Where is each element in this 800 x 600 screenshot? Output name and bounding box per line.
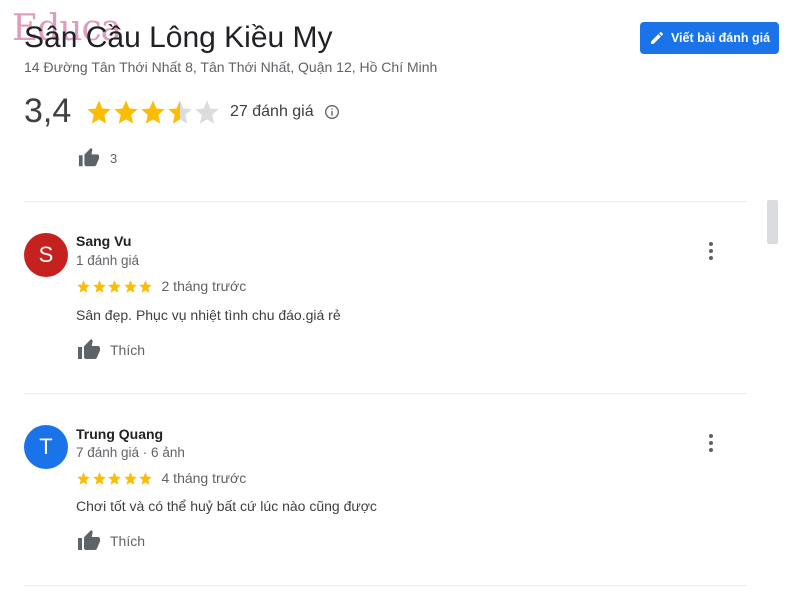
star-icon — [77, 279, 90, 293]
star-icon — [108, 471, 121, 485]
divider — [24, 585, 746, 586]
review-rating: 2 tháng trước — [76, 278, 246, 294]
top-like-button[interactable]: 3 — [76, 147, 117, 169]
review-text: Chơi tốt và có thể huỷ bất cứ lúc nào cũ… — [76, 498, 377, 514]
rating-summary: 3,4 27 đánh giá — [24, 92, 340, 131]
avatar[interactable]: S — [24, 233, 68, 277]
star-icon — [123, 279, 137, 293]
like-button[interactable]: Thích — [76, 338, 145, 362]
place-title: Sân Cầu Lông Kiều My — [24, 21, 333, 54]
rating-stars — [85, 98, 220, 126]
reviewer-name[interactable]: Trung Quang — [76, 426, 163, 442]
star-icon — [92, 279, 106, 293]
divider — [24, 393, 746, 394]
scrollbar-thumb[interactable] — [767, 200, 778, 244]
like-button[interactable]: Thích — [76, 529, 145, 553]
like-label: Thích — [110, 342, 146, 358]
pencil-icon — [650, 31, 663, 44]
star-icon — [168, 99, 192, 124]
review-stars — [76, 471, 154, 486]
write-review-button[interactable]: Viết bài đánh giá — [640, 22, 779, 54]
star-icon — [139, 471, 152, 485]
review-time: 2 tháng trước — [161, 278, 247, 294]
star-icon — [114, 99, 138, 124]
star-icon — [92, 471, 106, 485]
thumbs-up-icon — [78, 339, 100, 359]
review-time: 4 tháng trước — [161, 470, 247, 486]
reviewer-meta: 1 đánh giá — [76, 253, 140, 268]
like-count: 3 — [110, 150, 118, 166]
reviewer-meta: 7 đánh giá · 6 ảnh — [76, 445, 185, 460]
star-icon — [77, 471, 90, 485]
divider — [24, 201, 746, 202]
review-count[interactable]: 27 đánh giá — [230, 103, 314, 121]
review-text: Sân đẹp. Phục vụ nhiệt tình chu đáo.giá … — [76, 307, 341, 323]
star-icon — [87, 99, 111, 124]
reviewer-name[interactable]: Sang Vu — [76, 233, 132, 249]
thumbs-up-icon — [78, 147, 100, 167]
star-icon — [123, 471, 137, 485]
review-rating: 4 tháng trước — [76, 470, 246, 486]
write-review-label: Viết bài đánh giá — [670, 31, 771, 45]
star-icon — [141, 99, 165, 124]
review-stars — [76, 279, 154, 294]
place-address: 14 Đường Tân Thới Nhất 8, Tân Thới Nhất,… — [24, 59, 438, 75]
more-options-icon[interactable] — [702, 431, 720, 455]
avatar[interactable]: T — [24, 425, 68, 469]
rating-value: 3,4 — [24, 92, 72, 130]
star-icon — [195, 99, 219, 124]
like-label: Thích — [110, 533, 146, 549]
info-icon[interactable] — [324, 104, 340, 120]
more-options-icon[interactable] — [702, 239, 720, 263]
star-icon — [108, 279, 121, 293]
star-icon — [139, 279, 152, 293]
thumbs-up-icon — [78, 530, 100, 550]
